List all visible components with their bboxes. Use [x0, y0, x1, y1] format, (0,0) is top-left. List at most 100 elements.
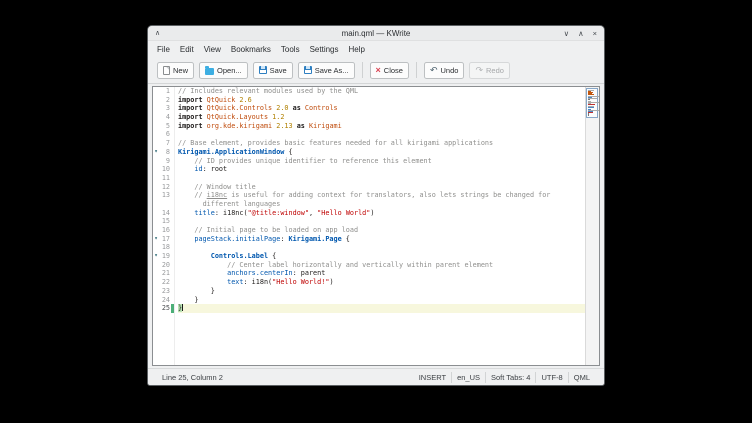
code-line[interactable] — [178, 130, 585, 139]
save-as-icon — [304, 66, 312, 74]
modified-line-marker — [171, 148, 174, 157]
toolbar-button-label: New — [173, 66, 188, 75]
toolbar-separator — [416, 62, 417, 78]
code-line[interactable]: different languages — [178, 200, 585, 209]
title-bar[interactable]: ∧ main.qml — KWrite ∨ ∧ × — [148, 26, 604, 41]
gutter-row: 15 — [153, 217, 174, 226]
code-line[interactable]: import QtQuick 2.6 — [178, 96, 585, 105]
toolbar-button-redo[interactable]: ↷Redo — [469, 62, 509, 79]
code-line[interactable] — [178, 243, 585, 252]
line-number: 25 — [159, 304, 171, 313]
line-number: 17 — [159, 235, 171, 244]
folder-open-icon — [205, 68, 214, 75]
line-number: 24 — [159, 296, 171, 305]
toolbar-button-close[interactable]: ×Close — [370, 62, 409, 79]
toolbar-button-label: Undo — [441, 66, 459, 75]
toolbar-button-label: Open... — [217, 66, 242, 75]
code-line[interactable] — [178, 217, 585, 226]
minimize-button[interactable]: ∨ — [564, 29, 570, 38]
keep-above-icon[interactable]: ∧ — [155, 26, 160, 41]
toolbar-button-undo[interactable]: ↶Undo — [424, 62, 464, 79]
editor-area[interactable]: 1234567▾8910111213141516▾1718▾1920212223… — [152, 86, 600, 366]
kwrite-window: ∧ main.qml — KWrite ∨ ∧ × FileEditViewBook… — [147, 25, 605, 386]
line-number: 15 — [159, 217, 171, 226]
code-line[interactable]: // ID provides unique identifier to refe… — [178, 157, 585, 166]
undo-icon: ↶ — [430, 66, 438, 75]
code-line[interactable]: text: i18n("Hello World!") — [178, 278, 585, 287]
minimap[interactable] — [586, 88, 598, 118]
gutter-row: ▾19 — [153, 252, 174, 261]
toolbar-button-label: Close — [384, 66, 403, 75]
code-line[interactable]: // Initial page to be loaded on app load — [178, 226, 585, 235]
status-dictionary[interactable]: en_US — [452, 373, 485, 382]
menu-item-file[interactable]: File — [152, 43, 175, 56]
code-line[interactable]: // Window title — [178, 183, 585, 192]
main-toolbar: New Open... Save Save As... ×Close ↶Undo ↷Redo — [148, 57, 604, 84]
status-highlight-mode[interactable]: QML — [569, 373, 595, 382]
code-line[interactable]: import org.kde.kirigami 2.13 as Kirigami — [178, 122, 585, 131]
code-line[interactable]: } — [178, 304, 585, 313]
toolbar-button-open[interactable]: Open... — [199, 62, 248, 79]
code-line[interactable]: // Base element, provides basic features… — [178, 139, 585, 148]
gutter-row: 6 — [153, 130, 174, 139]
code-line[interactable]: Controls.Label { — [178, 252, 585, 261]
toolbar-button-label: Redo — [486, 66, 504, 75]
gutter-row: 11 — [153, 174, 174, 183]
code-line[interactable]: id: root — [178, 165, 585, 174]
toolbar-button-new[interactable]: New — [157, 62, 194, 79]
modified-line-marker — [171, 217, 174, 226]
menu-item-bookmarks[interactable]: Bookmarks — [226, 43, 276, 56]
modified-line-marker — [171, 200, 174, 209]
code-line[interactable]: title: i18nc("@title:window", "Hello Wor… — [178, 209, 585, 218]
modified-line-marker — [171, 104, 174, 113]
line-number-gutter[interactable]: 1234567▾8910111213141516▾1718▾1920212223… — [153, 87, 175, 365]
toolbar-button-saveas[interactable]: Save As... — [298, 62, 355, 79]
modified-line-marker — [171, 304, 174, 313]
status-cursor-position[interactable]: Line 25, Column 2 — [157, 373, 228, 382]
code-line[interactable]: anchors.centerIn: parent — [178, 269, 585, 278]
menu-item-settings[interactable]: Settings — [305, 43, 344, 56]
status-tab-mode[interactable]: Soft Tabs: 4 — [486, 373, 535, 382]
menu-item-tools[interactable]: Tools — [276, 43, 305, 56]
gutter-row: 14 — [153, 209, 174, 218]
editor-scrollbar[interactable] — [585, 87, 599, 365]
gutter-row: 5 — [153, 122, 174, 131]
menu-item-help[interactable]: Help — [344, 43, 370, 56]
code-line[interactable]: // Includes relevant modules used by the… — [178, 87, 585, 96]
line-number: 19 — [159, 252, 171, 261]
toolbar-button-save[interactable]: Save — [253, 62, 293, 79]
gutter-row: 7 — [153, 139, 174, 148]
line-number: 21 — [159, 269, 171, 278]
code-line[interactable]: import QtQuick.Controls 2.0 as Controls — [178, 104, 585, 113]
modified-line-marker — [171, 209, 174, 218]
modified-line-marker — [171, 157, 174, 166]
code-line[interactable]: } — [178, 287, 585, 296]
code-line[interactable] — [178, 174, 585, 183]
close-button[interactable]: × — [593, 29, 597, 38]
line-number: 7 — [159, 139, 171, 148]
window-buttons: ∨ ∧ × — [564, 29, 597, 38]
code-line[interactable]: // i18nc is useful for adding context fo… — [178, 191, 585, 200]
code-area[interactable]: // Includes relevant modules used by the… — [175, 87, 585, 365]
modified-line-marker — [171, 278, 174, 287]
modified-line-marker — [171, 174, 174, 183]
maximize-button[interactable]: ∧ — [578, 29, 584, 38]
status-insert-mode[interactable]: INSERT — [414, 373, 451, 382]
gutter-row: 4 — [153, 113, 174, 122]
menu-item-view[interactable]: View — [199, 43, 226, 56]
code-line[interactable]: Kirigami.ApplicationWindow { — [178, 148, 585, 157]
line-number: 23 — [159, 287, 171, 296]
code-line[interactable]: pageStack.initialPage: Kirigami.Page { — [178, 235, 585, 244]
menu-item-edit[interactable]: Edit — [175, 43, 199, 56]
gutter-row: 25 — [153, 304, 174, 313]
line-number: 3 — [159, 104, 171, 113]
code-line[interactable]: } — [178, 296, 585, 305]
code-line[interactable]: // Center label horizontally and vertica… — [178, 261, 585, 270]
code-line[interactable]: import QtQuick.Layouts 1.2 — [178, 113, 585, 122]
modified-line-marker — [171, 261, 174, 270]
modified-line-marker — [171, 130, 174, 139]
status-encoding[interactable]: UTF-8 — [536, 373, 567, 382]
document-close-icon: × — [376, 66, 381, 75]
line-number: 6 — [159, 130, 171, 139]
window-title: main.qml — KWrite — [148, 29, 604, 38]
